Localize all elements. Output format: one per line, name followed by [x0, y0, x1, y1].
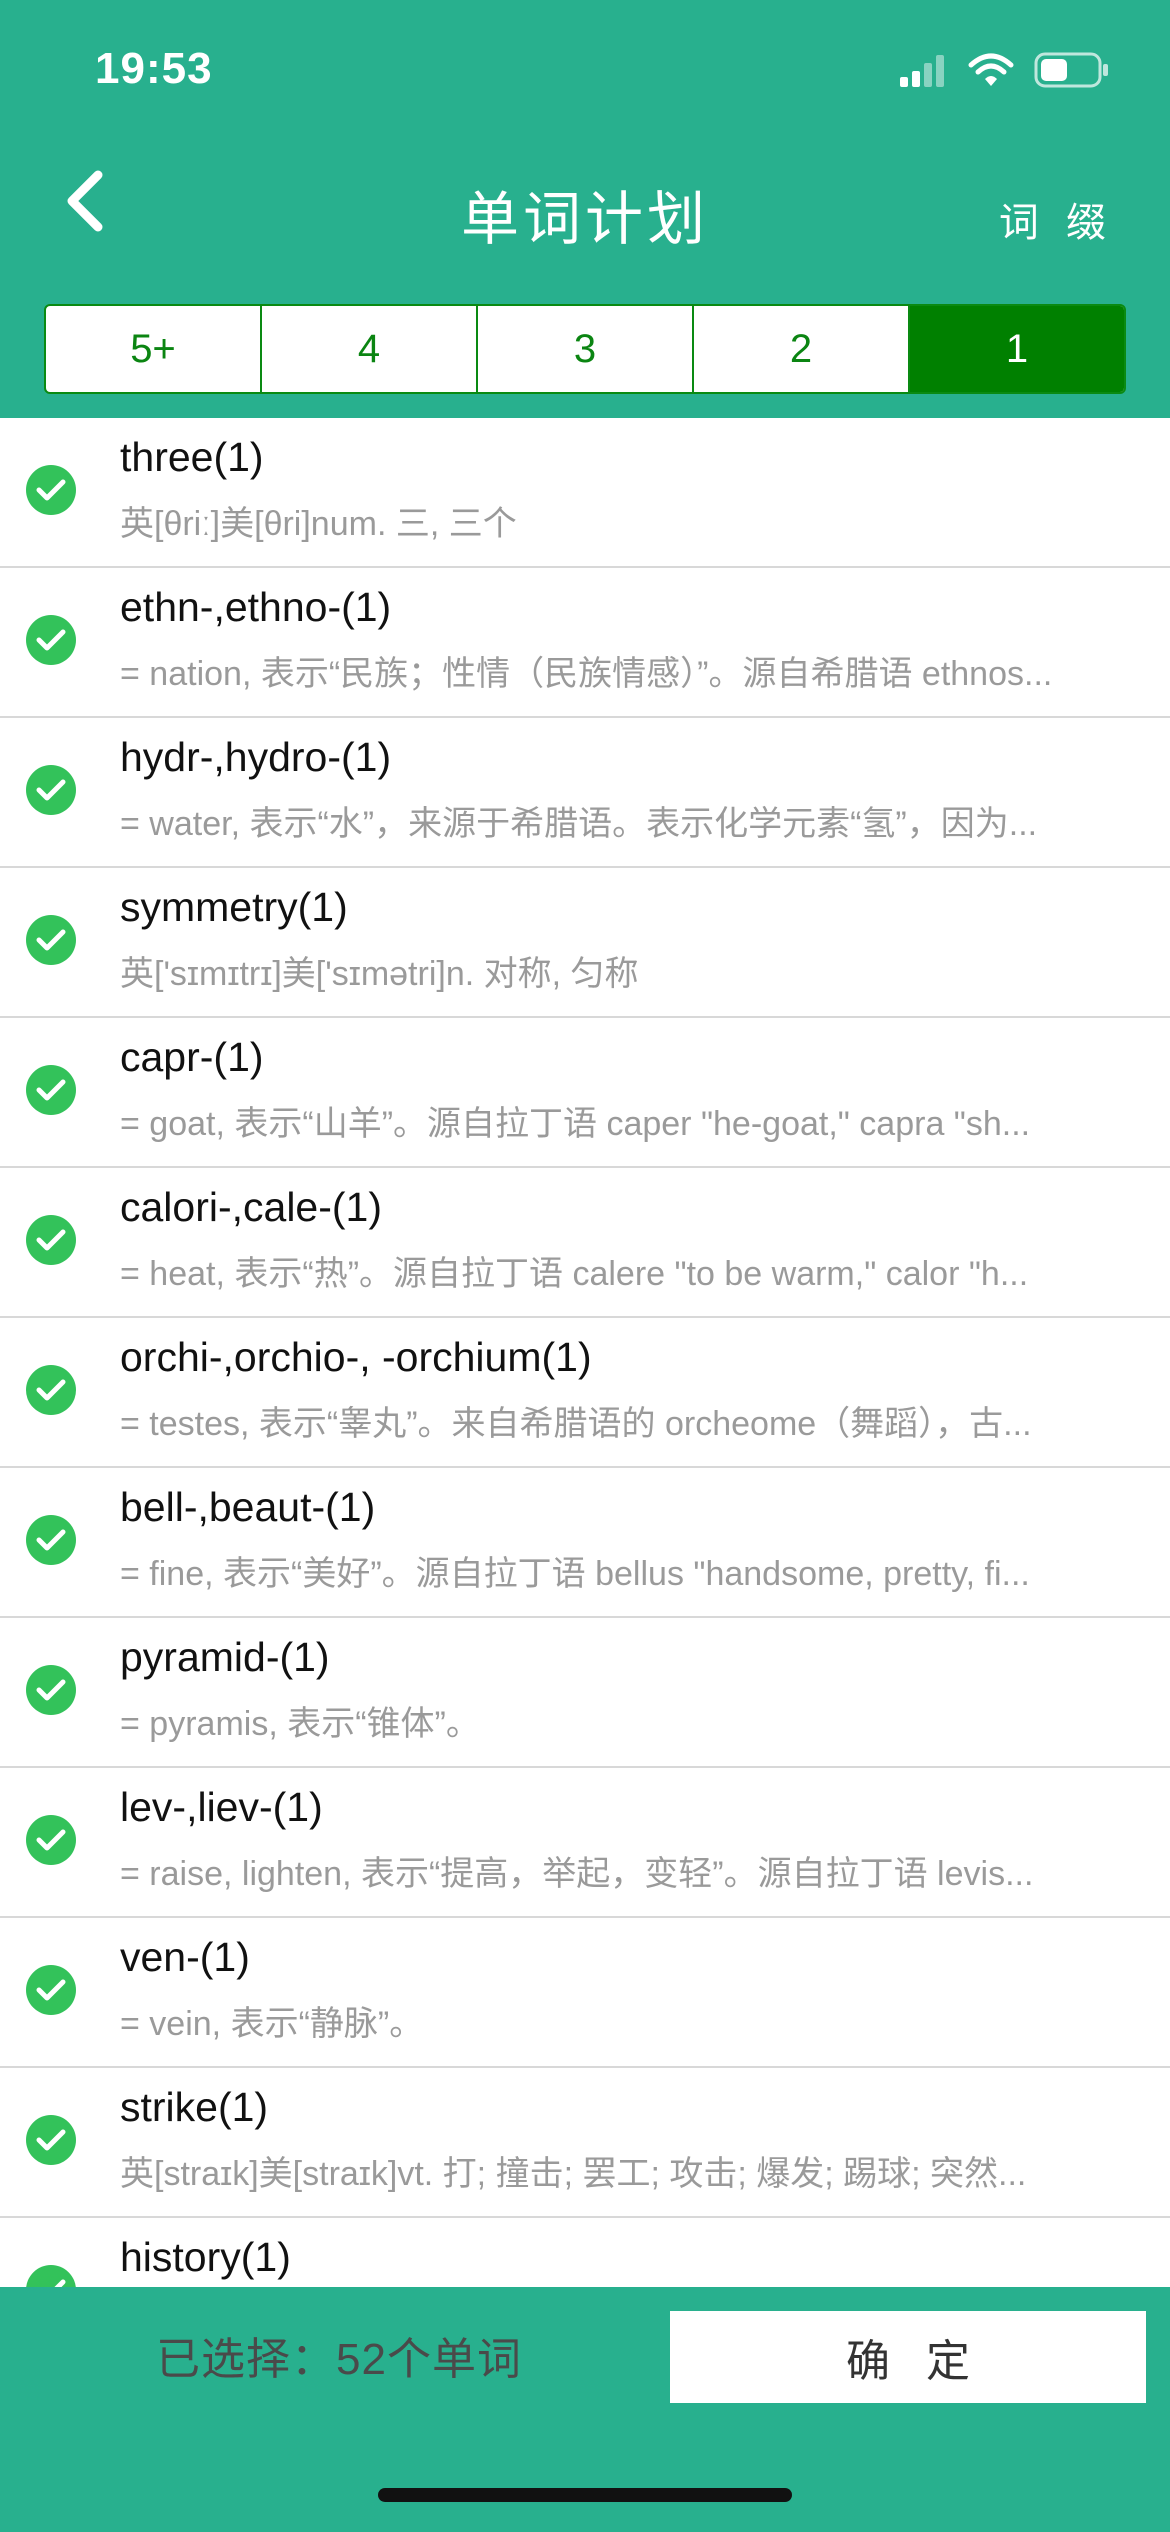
- word-description: = nation, 表示“民族；性情（民族情感）”。源自希腊语 ethnos..…: [120, 655, 1053, 693]
- cellular-signal-icon: [898, 53, 948, 92]
- page-title: 单词计划: [460, 187, 709, 252]
- word-title: symmetry(1): [120, 884, 348, 930]
- word-title: ven-(1): [120, 1934, 250, 1980]
- list-item[interactable]: lev-,liev-(1) = raise, lighten, 表示“提高，举起…: [0, 1768, 1170, 1918]
- word-description: = heat, 表示“热”。源自拉丁语 calere "to be warm,"…: [120, 1255, 1029, 1293]
- list-item[interactable]: capr-(1) = goat, 表示“山羊”。源自拉丁语 caper "he-…: [0, 1018, 1170, 1168]
- list-item[interactable]: ethn-,ethno-(1) = nation, 表示“民族；性情（民族情感）…: [0, 568, 1170, 718]
- checkmark-circle-icon[interactable]: [26, 915, 76, 965]
- word-description: = pyramis, 表示“锥体”。: [120, 1705, 480, 1743]
- checkmark-circle-icon[interactable]: [26, 1065, 76, 1115]
- battery-icon: [1034, 52, 1110, 93]
- list-item[interactable]: calori-,cale-(1) = heat, 表示“热”。源自拉丁语 cal…: [0, 1168, 1170, 1318]
- word-description: = fine, 表示“美好”。源自拉丁语 bellus "handsome, p…: [120, 1555, 1030, 1593]
- segment-5-plus[interactable]: 5+: [46, 306, 262, 392]
- status-time: 19:53: [95, 44, 213, 93]
- list-item[interactable]: bell-,beaut-(1) = fine, 表示“美好”。源自拉丁语 bel…: [0, 1468, 1170, 1618]
- word-title: ethn-,ethno-(1): [120, 584, 392, 630]
- confirm-button[interactable]: 确定: [670, 2311, 1146, 2403]
- word-description: = raise, lighten, 表示“提高，举起，变轻”。源自拉丁语 lev…: [120, 1855, 1034, 1893]
- word-title: capr-(1): [120, 1034, 264, 1080]
- checkmark-circle-icon[interactable]: [26, 615, 76, 665]
- word-title: lev-,liev-(1): [120, 1784, 323, 1830]
- header: 19:53 单词计划 词 缀 5+ 4 3 2 1: [0, 0, 1170, 418]
- list-item[interactable]: hydr-,hydro-(1) = water, 表示“水”，来源于希腊语。表示…: [0, 718, 1170, 868]
- word-title: orchi-,orchio-, -orchium(1): [120, 1334, 592, 1380]
- back-button[interactable]: [50, 168, 120, 238]
- word-description: = vein, 表示“静脉”。: [120, 2005, 424, 2043]
- checkmark-circle-icon[interactable]: [26, 1965, 76, 2015]
- word-description: 英[θriː]美[θri]num. 三, 三个: [120, 505, 517, 543]
- selected-count: 已选择：52个单词: [156, 2335, 522, 2384]
- checkmark-circle-icon[interactable]: [26, 1815, 76, 1865]
- checkmark-circle-icon[interactable]: [26, 2115, 76, 2165]
- list-item[interactable]: history(1): [0, 2218, 1170, 2287]
- word-title: hydr-,hydro-(1): [120, 734, 392, 780]
- word-title: bell-,beaut-(1): [120, 1484, 376, 1530]
- word-title: three(1): [120, 434, 264, 480]
- checkmark-circle-icon[interactable]: [26, 1515, 76, 1565]
- list-item[interactable]: symmetry(1) 英['sɪmɪtrɪ]美['sɪmətri]n. 对称,…: [0, 868, 1170, 1018]
- home-indicator: [378, 2488, 792, 2502]
- word-description: = goat, 表示“山羊”。源自拉丁语 caper "he-goat," ca…: [120, 1105, 1031, 1143]
- checkmark-circle-icon[interactable]: [26, 1665, 76, 1715]
- checkmark-circle-icon[interactable]: [26, 465, 76, 515]
- word-title: calori-,cale-(1): [120, 1184, 382, 1230]
- segment-3[interactable]: 3: [478, 306, 694, 392]
- list-item[interactable]: strike(1) 英[straɪk]美[straɪk]vt. 打; 撞击; 罢…: [0, 2068, 1170, 2218]
- word-list: three(1) 英[θriː]美[θri]num. 三, 三个 ethn-,e…: [0, 418, 1170, 2287]
- list-item[interactable]: orchi-,orchio-, -orchium(1) = testes, 表示…: [0, 1318, 1170, 1468]
- segment-2[interactable]: 2: [694, 306, 910, 392]
- footer: 已选择：52个单词 确定: [0, 2287, 1170, 2532]
- checkmark-circle-icon[interactable]: [26, 1215, 76, 1265]
- word-description: = water, 表示“水”，来源于希腊语。表示化学元素“氢”，因为...: [120, 805, 1038, 843]
- checkmark-circle-icon[interactable]: [26, 1365, 76, 1415]
- day-filter-segment: 5+ 4 3 2 1: [44, 304, 1126, 394]
- word-title: history(1): [120, 2234, 291, 2280]
- list-item[interactable]: pyramid-(1) = pyramis, 表示“锥体”。: [0, 1618, 1170, 1768]
- chevron-left-icon: [60, 169, 110, 238]
- word-title: strike(1): [120, 2084, 269, 2130]
- word-description: 英['sɪmɪtrɪ]美['sɪmətri]n. 对称, 匀称: [120, 955, 639, 993]
- checkmark-circle-icon[interactable]: [26, 2265, 76, 2287]
- list-item[interactable]: ven-(1) = vein, 表示“静脉”。: [0, 1918, 1170, 2068]
- word-description: 英[straɪk]美[straɪk]vt. 打; 撞击; 罢工; 攻击; 爆发;…: [120, 2155, 1027, 2193]
- affix-button[interactable]: 词 缀: [999, 190, 1114, 248]
- list-item[interactable]: three(1) 英[θriː]美[θri]num. 三, 三个: [0, 418, 1170, 568]
- word-title: pyramid-(1): [120, 1634, 330, 1680]
- word-description: = testes, 表示“睾丸”。来自希腊语的 orcheome（舞蹈），古..…: [120, 1405, 1032, 1443]
- checkmark-circle-icon[interactable]: [26, 765, 76, 815]
- segment-4[interactable]: 4: [262, 306, 478, 392]
- wifi-icon: [968, 53, 1014, 92]
- status-icons: [898, 52, 1110, 93]
- segment-1[interactable]: 1: [910, 306, 1124, 392]
